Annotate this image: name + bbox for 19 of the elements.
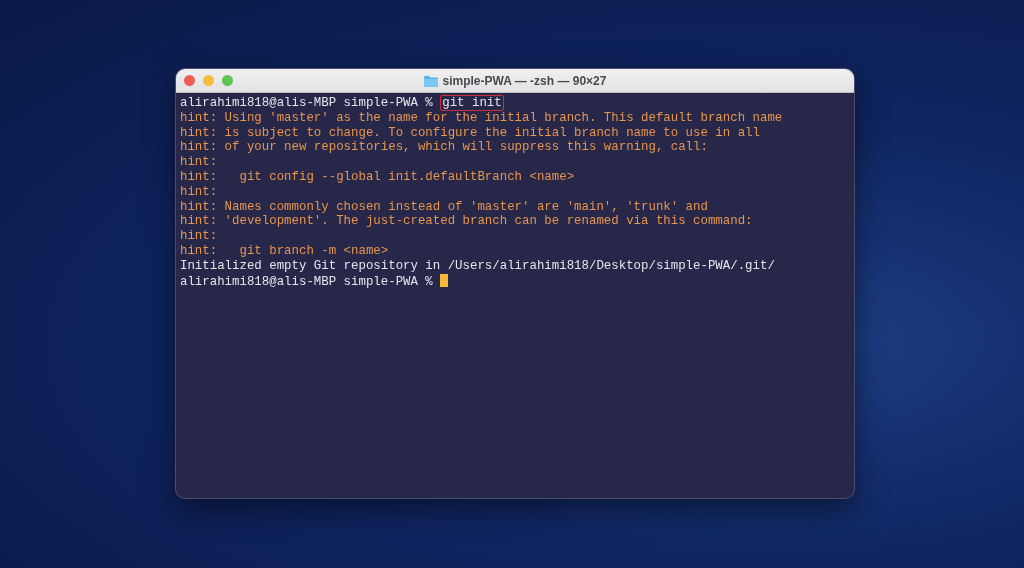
hint-text: hint: xyxy=(180,155,218,170)
hint-text: hint: xyxy=(180,184,218,199)
prompt-text: alirahimi818@alis-MBP simple-PWA % xyxy=(180,274,433,289)
hint-text: hint: git config --global init.defaultBranch <name> xyxy=(180,170,575,184)
window-title: simple-PWA — -zsh — 90×27 xyxy=(442,73,607,88)
hint-text: hint: of your new repositories, which will suppress this warning, call: xyxy=(180,140,708,155)
zoom-button[interactable] xyxy=(222,75,233,86)
hint-text: hint: xyxy=(180,229,218,244)
command-text: git init xyxy=(440,95,504,111)
folder-icon xyxy=(423,74,438,87)
output-text: Initialized empty Git repository in /Users/alirahimi818/Desktop/simple-PWA/.git/ xyxy=(180,258,775,273)
minimize-button[interactable] xyxy=(203,75,214,86)
close-button[interactable] xyxy=(184,75,195,86)
hint-text: hint: Using 'master' as the name for the initial branch. This default branch name xyxy=(180,110,783,125)
prompt-text: alirahimi818@alis-MBP simple-PWA % xyxy=(180,96,433,110)
hint-text: hint: git branch -m <name> xyxy=(180,243,389,258)
hint-text: hint: is subject to change. To configure the initial branch name to use in all xyxy=(180,125,760,140)
hint-text: hint: Names commonly chosen instead of 'master' are 'main', 'trunk' and xyxy=(180,199,708,214)
hint-text: hint: 'development'. The just-created branch can be renamed via this command: xyxy=(180,214,753,229)
